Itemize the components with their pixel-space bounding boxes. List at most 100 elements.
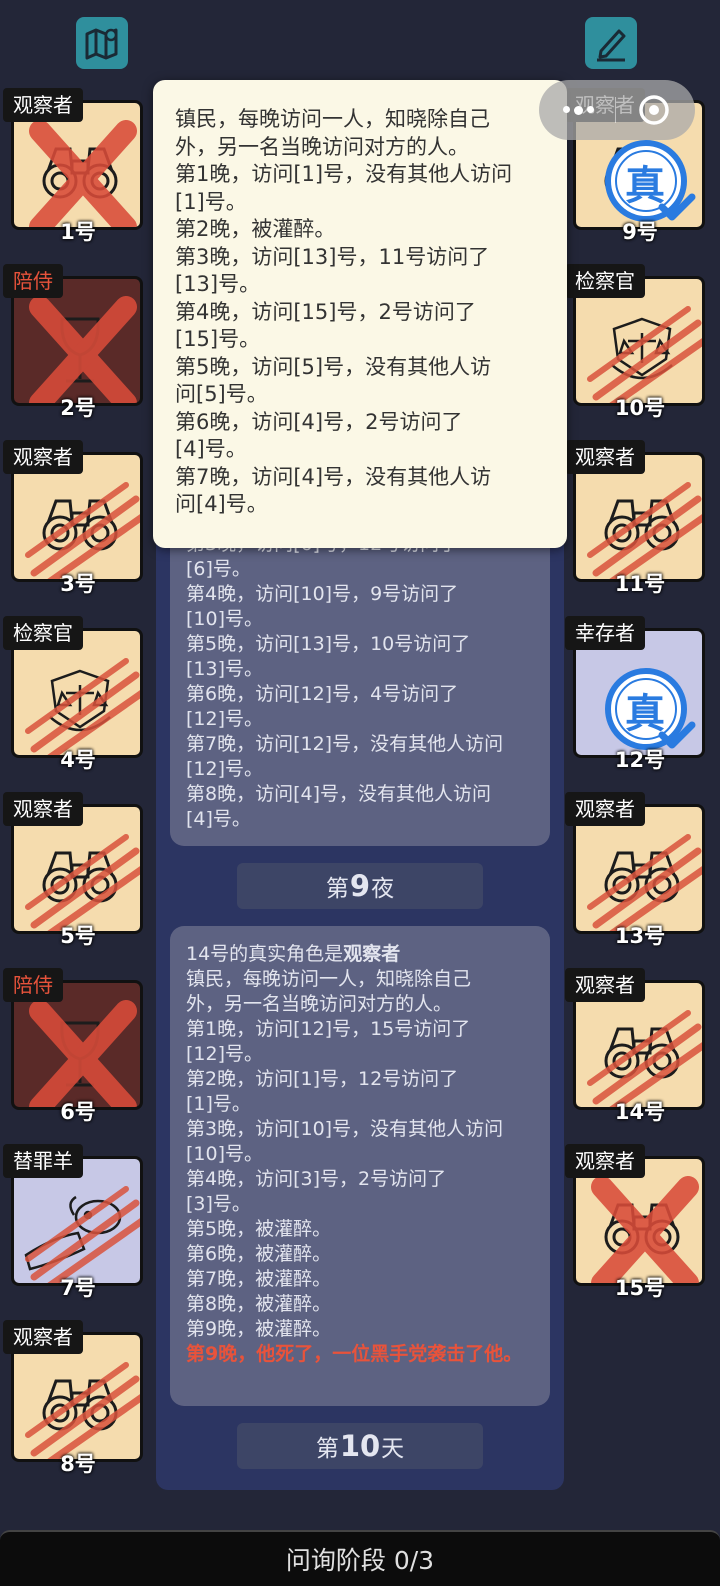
player-card-11号[interactable]: 观察者 11号 [565, 440, 715, 600]
role-tag: 幸存者 [565, 616, 645, 650]
log-line: 第6晚，访问[4]号，2号访问了 [175, 409, 463, 434]
log-line: 第5晚，访问[13]号，10号访问了 [186, 633, 471, 655]
log-line: 第2晚，被灌醉。 [175, 217, 336, 241]
inquiry-phase-bar[interactable]: 问询阶段 0/3 [0, 1530, 720, 1586]
log-line: 外，另一名当晚访问对方的人。 [186, 993, 453, 1015]
log-line: [12]号。 [186, 758, 264, 780]
player-number: 10号 [614, 396, 666, 420]
role-tag: 检察官 [3, 616, 83, 650]
night-log-card: 第3晚，访问[6]号，12号访问了[6]号。第4晚，访问[10]号，9号访问了[… [170, 520, 550, 846]
log-line: 问[4]号。 [175, 492, 268, 516]
player-number: 7号 [60, 1276, 96, 1300]
map-icon [85, 28, 118, 60]
log-line: 第9晚，被灌醉。 [186, 1318, 332, 1340]
player-card-2号[interactable]: 陪侍 2号 [3, 264, 153, 424]
player-number: 13号 [614, 924, 666, 948]
player-card-8号[interactable]: 观察者 8号 [3, 1320, 153, 1480]
phase-number: 10 [339, 1429, 381, 1463]
role-tag: 陪侍 [3, 968, 63, 1002]
notes-button[interactable] [585, 17, 637, 69]
log-line: 第3晚，访问[13]号，11号访问了 [175, 244, 490, 269]
player-number: 1号 [60, 220, 96, 244]
log-line: [13]号。 [175, 272, 261, 296]
role-info-popup[interactable]: 镇民，每晚访问一人，知晓除自己 外，另一名当晚访问对方的人。第1晚，访问[1]号，… [153, 80, 567, 548]
log-line: [4]号。 [175, 437, 247, 461]
log-line: 第8晚，访问[4]号，没有其他人访问 [186, 783, 492, 805]
player-card-1号[interactable]: 观察者 1号 [3, 88, 153, 248]
log-line: 镇民，每晚访问一人，知晓除自己 [175, 107, 490, 131]
phase-suffix: 夜 [371, 876, 395, 902]
log-line: 第1晚，访问[1]号，没有其他人访问 [175, 162, 513, 186]
player-card-12号[interactable]: 真 幸存者 12号 [565, 616, 715, 776]
player-number: 12号 [614, 748, 666, 772]
log-line: [12]号。 [186, 708, 264, 730]
log-line: 镇民，每晚访问一人，知晓除自己 [186, 968, 472, 990]
pen-note-icon [597, 29, 626, 62]
role-tag: 观察者 [565, 440, 645, 474]
role-tag: 观察者 [565, 1144, 645, 1178]
more-dots-icon[interactable] [563, 105, 595, 115]
log-line: [10]号。 [186, 608, 264, 630]
role-tag: 观察者 [3, 792, 83, 826]
role-tag: 陪侍 [3, 264, 63, 298]
log-line: 第4晚，访问[3]号，2号访问了 [186, 1168, 447, 1190]
phase-suffix: 天 [381, 1436, 405, 1462]
log-line: 第5晚，访问[5]号，没有其他人访 [175, 354, 492, 379]
log-line: [12]号。 [186, 1043, 264, 1065]
log-line: 第6晚，被灌醉。 [186, 1243, 332, 1265]
verified-badge: 真 [625, 163, 665, 209]
phase-prefix: 第 [315, 1436, 339, 1462]
mini-program-capsule [539, 80, 695, 140]
player-number: 2号 [60, 396, 96, 420]
player-card-10号[interactable]: 检察官 10号 [565, 264, 715, 424]
log-line: 第3晚，访问[10]号，没有其他人访问 [186, 1118, 504, 1140]
log-line: 问[5]号。 [175, 382, 268, 406]
role-tag: 观察者 [3, 1320, 83, 1354]
player-number: 6号 [60, 1100, 96, 1124]
role-tag: 观察者 [565, 792, 645, 826]
log-line: [1]号。 [186, 1093, 251, 1115]
log-line: 第5晚，被灌醉。 [186, 1218, 332, 1240]
log-line: 第8晚，被灌醉。 [186, 1293, 332, 1315]
role-tag: 替罪羊 [3, 1144, 83, 1178]
player-number: 9号 [622, 220, 658, 244]
phase-label-day: 第 10 天 [237, 1423, 483, 1469]
report-heading: 14号的真实角色是观察者 [186, 942, 534, 967]
player-card-3号[interactable]: 观察者 3号 [3, 440, 153, 600]
role-tag: 观察者 [565, 968, 645, 1002]
player-number: 11号 [614, 572, 666, 596]
log-line: 第7晚，访问[12]号，没有其他人访问 [186, 733, 504, 755]
phase-label-night: 第9夜 [237, 863, 483, 909]
log-line: [1]号。 [175, 189, 247, 214]
log-line: 第4晚，访问[10]号，9号访问了 [186, 583, 459, 605]
log-line: 第4晚，访问[15]号，2号访问了 [175, 299, 476, 324]
player-card-4号[interactable]: 检察官 4号 [3, 616, 153, 776]
log-line: [10]号。 [186, 1143, 264, 1165]
player-card-14号[interactable]: 观察者 14号 [565, 968, 715, 1128]
log-line: 第1晚，访问[12]号，15号访问了 [186, 1018, 471, 1040]
heading-text: 14号的真实角色是 [186, 943, 344, 965]
log-line: 第6晚，访问[12]号，4号访问了 [186, 683, 459, 705]
log-line: 外，另一名当晚访问对方的人。 [175, 134, 469, 159]
player-card-5号[interactable]: 观察者 5号 [3, 792, 153, 952]
log-line: [13]号。 [186, 658, 264, 680]
heading-role: 观察者 [343, 943, 401, 965]
player-number: 4号 [60, 748, 96, 772]
map-button[interactable] [76, 17, 128, 69]
player-card-6号[interactable]: 陪侍 6号 [3, 968, 153, 1128]
target-close-icon[interactable] [637, 93, 671, 127]
player-card-15号[interactable]: 观察者 15号 [565, 1144, 715, 1304]
player-number: 15号 [614, 1276, 666, 1300]
player-number: 8号 [60, 1452, 96, 1476]
death-note: 第9晚，他死了，一位黑手党袭击了他。 [186, 1343, 523, 1365]
phase-prefix: 第 [325, 876, 349, 902]
phase-number: 9 [349, 869, 371, 903]
player-card-13号[interactable]: 观察者 13号 [565, 792, 715, 952]
log-line: [4]号。 [186, 808, 251, 830]
log-line: [3]号。 [186, 1193, 251, 1215]
role-tag: 检察官 [565, 264, 645, 298]
player-card-7号[interactable]: 替罪羊 7号 [3, 1144, 153, 1304]
verified-badge: 真 [625, 691, 665, 737]
role-tag: 观察者 [3, 440, 83, 474]
role-tag: 观察者 [3, 88, 83, 122]
